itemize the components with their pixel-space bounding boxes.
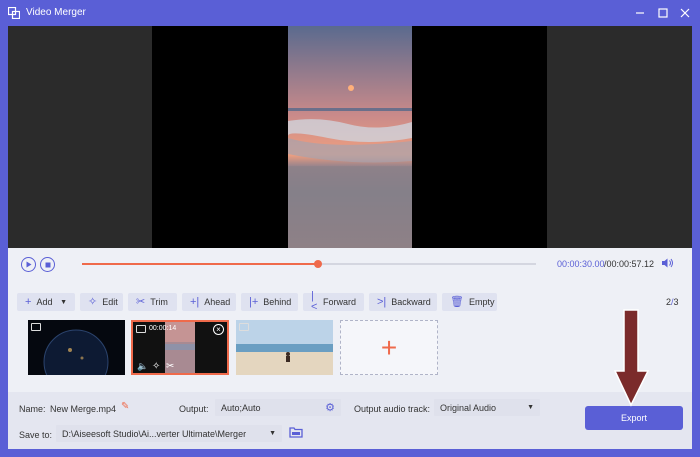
clip-count-total: 3 (673, 297, 679, 307)
current-time: 00:00:30.00 (557, 259, 605, 269)
empty-button[interactable]: 🗑 Empty (442, 293, 497, 311)
total-time: /00:00:57.12 (604, 259, 655, 269)
save-to-label: Save to: (19, 430, 53, 440)
film-icon (136, 325, 146, 333)
clip-counter: 2/3 (666, 297, 679, 307)
save-path-value: D:\Aiseesoft Studio\Ai...verter Ultimate… (62, 428, 247, 439)
video-frame-sunset (288, 26, 412, 248)
progress-fill (82, 263, 319, 265)
magic-wand-icon: ✧ (88, 295, 98, 308)
backward-label: Backward (391, 297, 431, 307)
gear-icon[interactable]: ⚙ (325, 401, 335, 414)
behind-label: Behind (263, 297, 292, 307)
add-clip-button[interactable]: + (340, 320, 438, 375)
move-forward-icon: |< (311, 290, 318, 313)
audio-track-select[interactable]: Original Audio ▼ (434, 399, 540, 416)
annotation-arrow-icon (614, 309, 650, 407)
ahead-label: Ahead (204, 297, 231, 307)
maximize-icon[interactable] (655, 5, 671, 21)
add-behind-icon: |+ (249, 295, 259, 308)
export-label: Export (620, 413, 647, 423)
name-label: Name: (19, 404, 46, 414)
empty-label: Empty (468, 297, 495, 307)
edit-button[interactable]: ✧ Edit (80, 293, 123, 311)
close-icon[interactable] (677, 5, 693, 21)
edit-label: Edit (102, 297, 118, 307)
move-backward-icon: >| (377, 295, 387, 308)
output-label: Output: (179, 404, 209, 414)
film-icon (239, 323, 249, 331)
trash-icon: 🗑 (450, 295, 464, 308)
name-value: New Merge.mp4 (50, 404, 117, 414)
clip-thumbnail-1[interactable] (28, 320, 125, 375)
plus-icon: + (25, 295, 32, 308)
add-button[interactable]: + Add ▼ (17, 293, 75, 311)
add-label: Add (36, 297, 53, 307)
app-logo-icon (8, 7, 20, 19)
plus-icon: + (380, 331, 398, 363)
clip-thumbnail-3[interactable] (236, 320, 333, 375)
minimize-icon[interactable] (632, 5, 648, 21)
folder-icon[interactable] (289, 426, 303, 440)
add-ahead-icon: +| (190, 295, 200, 308)
forward-label: Forward (322, 297, 356, 307)
export-button[interactable]: Export (585, 406, 683, 430)
backward-button[interactable]: >| Backward (369, 293, 437, 311)
title-bar (0, 0, 700, 26)
audio-track-label: Output audio track: (354, 404, 431, 414)
trim-button[interactable]: ✂ Trim (128, 293, 177, 311)
scissors-icon: ✂ (136, 295, 146, 308)
volume-icon[interactable] (661, 257, 674, 271)
clip-thumbnail-2-selected[interactable]: 00:00:14 × 🔈 ✧ ✂ (131, 320, 229, 375)
save-path-select[interactable]: D:\Aiseesoft Studio\Ai...verter Ultimate… (56, 425, 282, 442)
forward-button[interactable]: |< Forward (303, 290, 364, 313)
clip-duration: 00:00:14 (149, 325, 177, 332)
film-icon (31, 323, 41, 331)
remove-clip-icon[interactable]: × (213, 324, 224, 335)
stop-icon[interactable] (40, 257, 55, 272)
behind-button[interactable]: |+ Behind (241, 293, 298, 311)
clip-trim-icon[interactable]: ✂ (166, 361, 174, 372)
ahead-button[interactable]: +| Ahead (182, 293, 236, 311)
pencil-icon[interactable]: ✎ (121, 401, 129, 412)
chevron-down-icon: ▼ (60, 298, 67, 306)
audio-track-value: Original Audio (440, 402, 497, 413)
output-value: Auto;Auto (221, 402, 261, 413)
earth-thumbnail-image (28, 320, 125, 375)
trim-label: Trim (150, 297, 168, 307)
play-icon[interactable] (21, 257, 36, 272)
output-format-field[interactable]: Auto;Auto ⚙ (215, 399, 341, 416)
clip-edit-icon[interactable]: ✧ (152, 361, 160, 372)
beach-thumbnail-image (236, 320, 333, 375)
chevron-down-icon: ▼ (527, 404, 534, 411)
clip-audio-icon[interactable]: 🔈 (137, 361, 148, 372)
chevron-down-icon: ▼ (269, 430, 276, 437)
window-title: Video Merger (26, 7, 86, 18)
